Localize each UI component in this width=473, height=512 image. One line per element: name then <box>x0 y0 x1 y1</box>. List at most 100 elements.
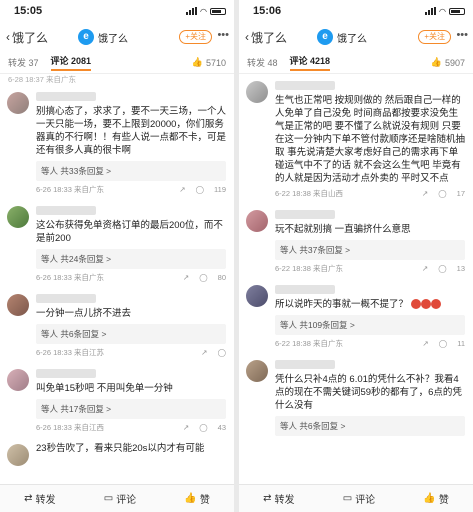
angry-emoji-icon <box>420 299 431 310</box>
avatar[interactable] <box>7 444 29 466</box>
repost-icon: ⇄ <box>24 493 33 504</box>
comment-icon[interactable]: ◯ <box>199 423 207 432</box>
comment-icon[interactable]: ◯ <box>439 339 447 348</box>
comment-icon[interactable]: ◯ <box>196 185 204 194</box>
avatar[interactable] <box>246 210 268 232</box>
reply-summary[interactable]: 等人 共33条回复 > <box>36 161 226 181</box>
chevron-left-icon: ‹ <box>6 30 10 44</box>
comment-item[interactable]: 一分钟一点儿挤不进去 等人 共6条回复 > 6-26 18:33 来自江苏 ↗ ◯ <box>0 287 234 362</box>
comment-item[interactable]: 23秒告吹了，看来只能20s以内才有可能 <box>0 437 234 466</box>
share-icon[interactable]: ↗ <box>183 273 189 282</box>
thumb-icon: 👍 <box>184 493 197 504</box>
angry-emoji-icon <box>410 299 421 310</box>
status-bar: 15:06 ◠ <box>239 0 473 22</box>
follow-button[interactable]: +关注 <box>418 30 451 44</box>
tab-reposts[interactable]: 转发 37 <box>8 56 39 69</box>
comment-item[interactable]: 叫免单15秒吧 不用叫免单一分钟 等人 共17条回复 > 6-26 18:33 … <box>0 362 234 437</box>
comment-item[interactable]: 这公布获得免单资格订单的最后200位，而不是前200 等人 共24条回复 > 6… <box>0 199 234 287</box>
likes-count[interactable]: 👍 5907 <box>431 57 465 68</box>
back-button[interactable]: ‹ 饿了么 <box>245 29 287 46</box>
wifi-icon: ◠ <box>200 6 207 16</box>
comment-meta: 6-26 18:33 来自广东 ↗ ◯ 80 <box>36 273 226 282</box>
like-count[interactable]: 13 <box>457 264 465 273</box>
comment-icon[interactable]: ◯ <box>438 189 446 198</box>
avatar[interactable] <box>7 294 29 316</box>
tabs: 转发 48 评论 4218 👍 5907 <box>239 52 473 74</box>
more-icon[interactable]: ••• <box>217 29 229 41</box>
account-header[interactable]: e 饿了么 <box>78 29 128 45</box>
avatar[interactable] <box>246 285 268 307</box>
share-icon[interactable]: ↗ <box>183 423 189 432</box>
username[interactable] <box>36 294 96 303</box>
comment-icon[interactable]: ◯ <box>438 264 446 273</box>
comment-meta: 6-26 18:33 来自江苏 ↗ ◯ <box>36 348 226 357</box>
comment-item[interactable]: 玩不起就别搞 一直骗挤什么意思 等人 共37条回复 > 6-22 18:38 来… <box>239 203 473 278</box>
reply-summary[interactable]: 等人 共37条回复 > <box>275 240 465 260</box>
comment-icon: ▭ <box>103 493 114 504</box>
comment-item[interactable]: 生气也正常吧 按规则做的 然后跟自己一样的人免单了自己没免 时间商品都按要求没免… <box>239 74 473 203</box>
comment-meta: 6-26 18:33 来自江西 ↗ ◯ 43 <box>36 423 226 432</box>
avatar[interactable] <box>7 206 29 228</box>
repost-button[interactable]: ⇄ 转发 <box>24 491 55 506</box>
comment-icon[interactable]: ◯ <box>199 273 207 282</box>
username[interactable] <box>36 369 96 378</box>
like-count[interactable]: 80 <box>218 273 226 282</box>
signal-icon <box>186 7 198 15</box>
username[interactable] <box>275 210 335 219</box>
avatar[interactable] <box>7 92 29 114</box>
like-count[interactable]: 119 <box>214 185 226 194</box>
username[interactable] <box>275 360 335 369</box>
share-icon[interactable]: ↗ <box>201 348 207 357</box>
share-icon[interactable]: ↗ <box>422 189 428 198</box>
username[interactable] <box>36 206 96 215</box>
reply-summary[interactable]: 等人 共6条回复 > <box>275 416 465 436</box>
bottom-action-bar: ⇄ 转发 ▭ 评论 👍 赞 <box>0 484 234 512</box>
account-header[interactable]: e 饿了么 <box>317 29 367 45</box>
comment-item[interactable]: 所以说昨天的事就一概不提了？ 等人 共109条回复 > 6-22 18:38 来… <box>239 278 473 353</box>
tab-comments[interactable]: 评论 2081 <box>50 54 92 71</box>
thumb-icon: 👍 <box>191 57 203 67</box>
share-icon[interactable]: ↗ <box>423 339 429 348</box>
comment-button[interactable]: ▭ 评论 <box>104 491 136 506</box>
comment-icon[interactable]: ◯ <box>218 348 226 357</box>
comment-item[interactable]: 别搞心态了，求求了，要不一天三场，一个人一天只能一场，要不上限到20000，你们… <box>0 85 234 199</box>
back-button[interactable]: ‹ 饿了么 <box>6 29 48 46</box>
repost-icon: ⇄ <box>263 493 272 504</box>
username[interactable] <box>275 285 335 294</box>
comment-text: 所以说昨天的事就一概不提了？ <box>275 298 465 311</box>
comment-text: 凭什么只补4点的 6.01的凭什么不补？我看4点的现在不需关键词59秒的都有了，… <box>275 374 462 411</box>
repost-button[interactable]: ⇄ 转发 <box>263 491 294 506</box>
tab-reposts[interactable]: 转发 48 <box>247 56 278 69</box>
comment-text: 生气也正常吧 按规则做的 然后跟自己一样的人免单了自己没免 时间商品都按要求没免… <box>275 95 466 184</box>
reply-summary[interactable]: 等人 共17条回复 > <box>36 399 226 419</box>
more-icon[interactable]: ••• <box>456 29 468 41</box>
like-count[interactable]: 11 <box>457 339 465 348</box>
reply-summary[interactable]: 等人 共109条回复 > <box>275 315 465 335</box>
share-icon[interactable]: ↗ <box>422 264 428 273</box>
signal-icon <box>425 7 437 15</box>
status-time: 15:05 <box>14 5 43 17</box>
avatar[interactable] <box>7 369 29 391</box>
bottom-action-bar: ⇄ 转发 ▭ 评论 👍 赞 <box>239 484 473 512</box>
reply-summary[interactable]: 等人 共6条回复 > <box>36 324 226 344</box>
comment-text: 23秒告吹了，看来只能20s以内才有可能 <box>36 443 205 454</box>
like-count[interactable]: 17 <box>457 189 465 198</box>
eleme-logo-icon: e <box>78 29 94 45</box>
comment-meta: 6-26 18:33 来自广东 ↗ ◯ 119 <box>36 185 226 194</box>
share-icon[interactable]: ↗ <box>179 185 185 194</box>
follow-button[interactable]: +关注 <box>179 30 212 44</box>
comment-button[interactable]: ▭ 评论 <box>343 491 375 506</box>
tab-comments[interactable]: 评论 4218 <box>289 54 331 71</box>
tabs: 转发 37 评论 2081 👍 5710 <box>0 52 234 74</box>
username[interactable] <box>36 92 96 101</box>
username[interactable] <box>275 81 335 90</box>
like-count[interactable]: 43 <box>218 423 226 432</box>
like-button[interactable]: 👍 赞 <box>184 491 209 506</box>
phone-left: 15:05 ◠ ‹ 饿了么 e 饿了么 +关注 ••• 转发 37 评论 2081 … <box>0 0 234 512</box>
like-button[interactable]: 👍 赞 <box>423 491 448 506</box>
comment-item[interactable]: 凭什么只补4点的 6.01的凭什么不补？我看4点的现在不需关键词59秒的都有了，… <box>239 353 473 440</box>
likes-count[interactable]: 👍 5710 <box>192 57 226 68</box>
avatar[interactable] <box>246 81 268 103</box>
reply-summary[interactable]: 等人 共24条回复 > <box>36 249 226 269</box>
avatar[interactable] <box>246 360 268 382</box>
